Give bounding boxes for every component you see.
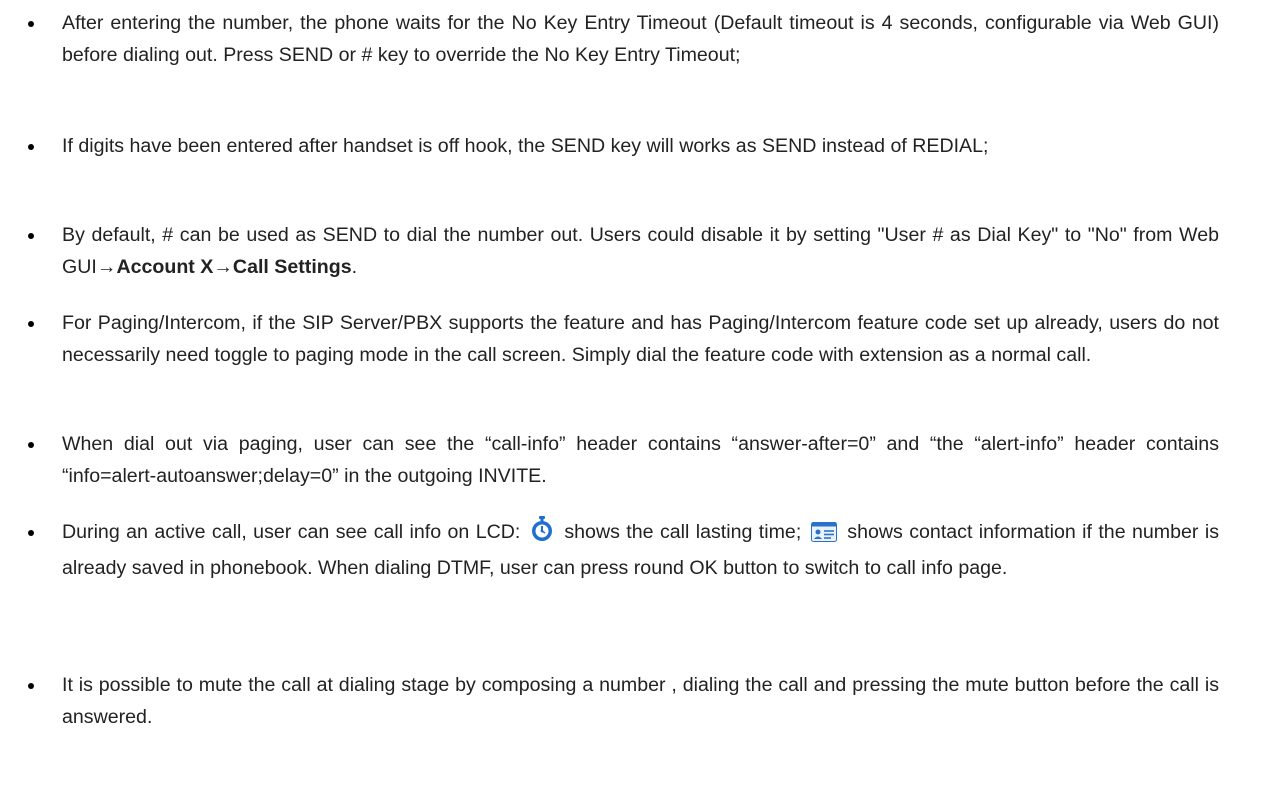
bullet-text: When dial out via paging, user can see t… xyxy=(62,433,1219,487)
bullet-text: During an active call, user can see call… xyxy=(62,516,1219,584)
menu-path-account: Account X xyxy=(116,256,214,278)
sentence-end: . xyxy=(351,256,358,278)
stopwatch-icon xyxy=(530,516,554,552)
right-arrow: → xyxy=(213,256,233,278)
bullet-text: By default, # can be used as SEND to dia… xyxy=(62,219,1219,283)
contact-card-icon xyxy=(811,520,838,552)
bullet-dot xyxy=(28,321,34,327)
bullet-text: If digits have been entered after handse… xyxy=(62,135,989,157)
bullet-text: It is possible to mute the call at diali… xyxy=(62,674,1219,728)
menu-path-call-settings: Call Settings xyxy=(232,256,352,278)
bullet-dot xyxy=(28,442,34,448)
bullet-text: For Paging/Intercom, if the SIP Server/P… xyxy=(62,312,1219,366)
bullet-dot xyxy=(28,683,34,689)
bullet-dot xyxy=(28,144,34,150)
bullet-text-part: shows the call lasting time; xyxy=(564,521,802,543)
bullet-text-part: During an active call, user can see call… xyxy=(62,521,521,543)
bullet-dot xyxy=(28,530,34,536)
bullet-dot xyxy=(28,233,34,239)
bullet-dot xyxy=(28,21,34,27)
right-arrow: → xyxy=(96,256,117,278)
bullet-text: After entering the number, the phone wai… xyxy=(62,12,1219,66)
